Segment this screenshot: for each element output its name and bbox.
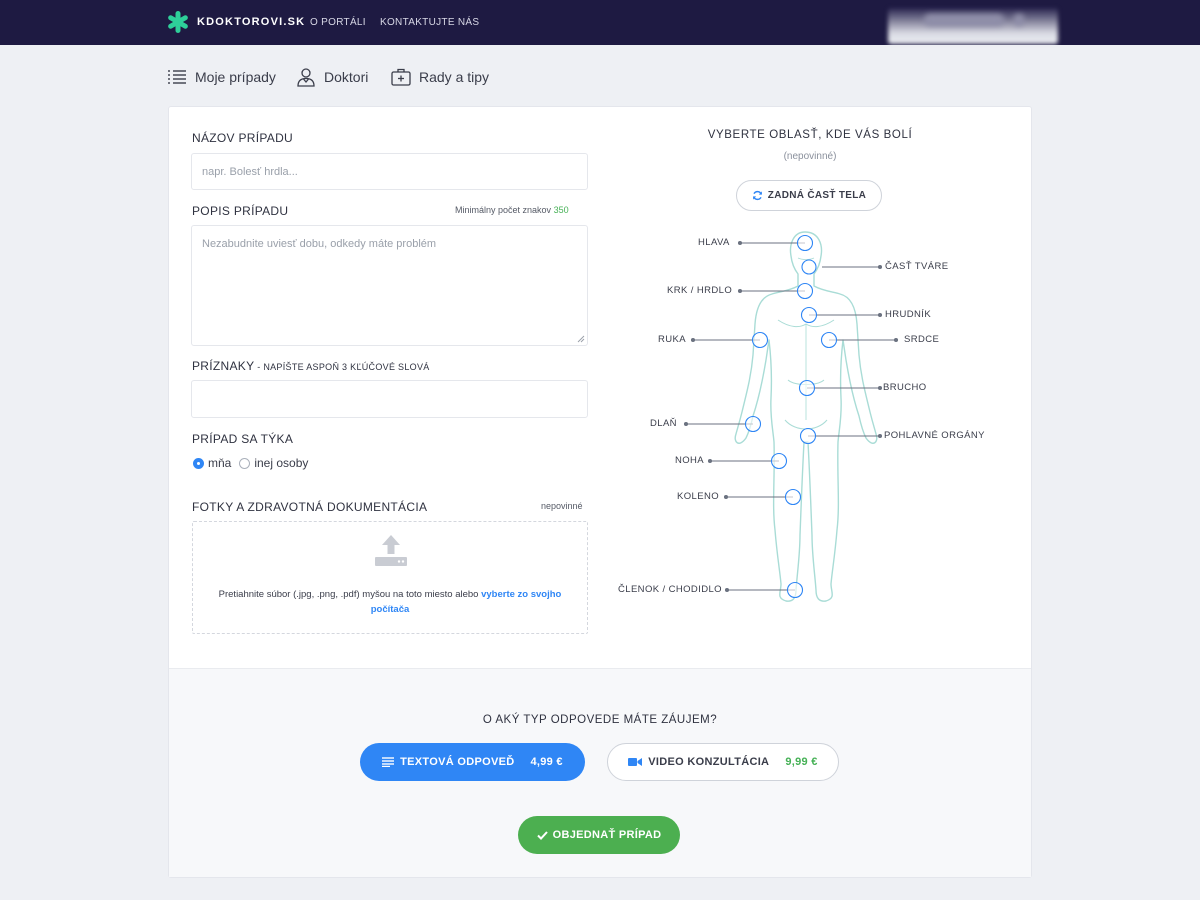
bodyspot-chest[interactable] bbox=[800, 306, 818, 324]
bodyspot-arm[interactable] bbox=[751, 331, 769, 349]
case-concerns-label: PRÍPAD SA TÝKA bbox=[192, 432, 294, 446]
min-chars-text: Minimálny počet znakov bbox=[455, 205, 552, 215]
case-description-placeholder: Nezabudnite uviesť dobu, odkedy máte pro… bbox=[202, 238, 437, 250]
bodymap-subtitle: (nepovinné) bbox=[783, 151, 837, 162]
nav-link-contact[interactable]: KONTAKTUJTE NÁS bbox=[380, 17, 479, 28]
subnav-label: Doktori bbox=[324, 69, 369, 85]
case-description-label: POPIS PRÍPADU bbox=[192, 204, 289, 218]
case-description-textarea[interactable]: Nezabudnite uviesť dobu, odkedy máte pro… bbox=[191, 225, 588, 346]
subnav-label: Rady a tipy bbox=[419, 69, 490, 85]
checkmark-icon bbox=[536, 830, 548, 840]
refresh-icon bbox=[752, 190, 762, 201]
subnav-tips[interactable]: Rady a tipy bbox=[391, 67, 489, 87]
brand-name[interactable]: KDOKTOROVI.SK bbox=[197, 16, 305, 28]
symptoms-label: PRÍZNAKY - NAPÍŠTE ASPOŇ 3 KĽÚČOVÉ SLOVÁ bbox=[192, 359, 430, 373]
bodymap-label-ankle[interactable]: ČLENOK / CHODIDLO bbox=[618, 584, 722, 595]
video-consultation-button[interactable]: VIDEO KONZULTÁCIA 9,99 € bbox=[607, 743, 839, 781]
photos-label: FOTKY A ZDRAVOTNÁ DOKUMENTÁCIA bbox=[192, 500, 428, 514]
min-chars-hint: Minimálny počet znakov 350 bbox=[455, 205, 569, 215]
subnav-my-cases[interactable]: Moje prípady bbox=[167, 67, 276, 87]
bodymap-title: VYBERTE OBLASŤ, KDE VÁS BOLÍ bbox=[707, 129, 913, 141]
medical-kit-icon bbox=[391, 68, 411, 86]
nav-link-about[interactable]: O PORTÁLI bbox=[310, 17, 366, 28]
order-case-button[interactable]: OBJEDNAŤ PRÍPAD bbox=[518, 816, 680, 854]
radio-me-label[interactable]: mňa bbox=[208, 456, 231, 470]
response-type-question: O AKÝ TYP ODPOVEDE MÁTE ZÁUJEM? bbox=[482, 714, 718, 726]
body-map bbox=[683, 231, 899, 602]
photos-optional-label: nepovinné bbox=[541, 501, 583, 511]
subnav-label: Moje prípady bbox=[195, 69, 276, 85]
bodyspot-heart[interactable] bbox=[820, 331, 838, 349]
radio-other-label[interactable]: inej osoby bbox=[254, 456, 308, 470]
text-response-price: 4,99 € bbox=[530, 756, 563, 768]
bodyspot-neck[interactable] bbox=[796, 282, 814, 300]
bodymap-label-arm[interactable]: RUKA bbox=[658, 334, 686, 345]
logo-icon[interactable] bbox=[166, 10, 190, 34]
dropzone-instructions: Pretiahnite súbor (.jpg, .png, .pdf) myš… bbox=[218, 589, 482, 600]
bodyspot-face[interactable] bbox=[801, 259, 817, 275]
case-concerns-radio-group: mňa inej osoby bbox=[193, 456, 308, 470]
video-consultation-price: 9,99 € bbox=[785, 756, 818, 768]
radio-other-person[interactable] bbox=[239, 457, 251, 469]
bodymap-label-genitals[interactable]: POHLAVNÉ ORGÁNY bbox=[884, 430, 985, 441]
list-icon bbox=[168, 70, 186, 84]
bodymap-label-knee[interactable]: KOLENO bbox=[677, 491, 719, 502]
bodymap-label-palm[interactable]: DLAŇ bbox=[650, 418, 677, 429]
bodymap-label-heart[interactable]: SRDCE bbox=[904, 334, 939, 345]
top-bar: KDOKTOROVI.SK O PORTÁLI KONTAKTUJTE NÁS bbox=[0, 0, 1200, 45]
bodyspot-head[interactable] bbox=[796, 234, 814, 252]
text-response-label: TEXTOVÁ ODPOVEĎ bbox=[400, 756, 515, 768]
bodyspot-genitals[interactable] bbox=[799, 427, 817, 445]
bodymap-label-belly[interactable]: BRUCHO bbox=[883, 382, 927, 393]
radio-me[interactable] bbox=[193, 457, 204, 469]
min-chars-count: 350 bbox=[553, 205, 569, 215]
bodyspot-palm[interactable] bbox=[744, 415, 762, 433]
bodymap-label-head[interactable]: HLAVA bbox=[698, 237, 730, 248]
order-case-label: OBJEDNAŤ PRÍPAD bbox=[552, 829, 662, 841]
text-response-button[interactable]: TEXTOVÁ ODPOVEĎ 4,99 € bbox=[360, 743, 585, 781]
resize-handle-icon[interactable] bbox=[577, 335, 585, 343]
subnav-doctors[interactable]: Doktori bbox=[296, 67, 368, 87]
video-camera-icon bbox=[628, 758, 643, 766]
bodyspot-ankle[interactable] bbox=[786, 581, 804, 599]
bodyspot-belly[interactable] bbox=[798, 379, 816, 397]
bodymap-label-neck[interactable]: KRK / HRDLO bbox=[667, 285, 732, 296]
symptoms-sublabel: - NAPÍŠTE ASPOŇ 3 KĽÚČOVÉ SLOVÁ bbox=[254, 362, 430, 372]
case-title-label: NÁZOV PRÍPADU bbox=[192, 131, 294, 145]
dropzone-text: Pretiahnite súbor (.jpg, .png, .pdf) myš… bbox=[193, 587, 587, 617]
doctor-icon bbox=[297, 68, 315, 87]
case-title-input[interactable]: napr. Bolesť hrdla... bbox=[191, 153, 588, 190]
case-title-placeholder: napr. Bolesť hrdla... bbox=[202, 165, 298, 178]
bodymap-label-face[interactable]: ČASŤ TVÁRE bbox=[885, 261, 948, 272]
user-name-blurred bbox=[924, 14, 1004, 26]
symptoms-input[interactable] bbox=[191, 380, 588, 418]
back-side-label: ZADNÁ ČASŤ TELA bbox=[767, 190, 867, 201]
bodyspot-knee[interactable] bbox=[784, 488, 802, 506]
text-lines-icon bbox=[382, 757, 395, 767]
video-consultation-label: VIDEO KONZULTÁCIA bbox=[648, 756, 770, 768]
chevron-down-icon bbox=[1014, 14, 1024, 26]
bodymap-label-leg[interactable]: NOHA bbox=[675, 455, 704, 466]
bodyspot-leg[interactable] bbox=[770, 452, 788, 470]
upload-icon bbox=[375, 535, 407, 566]
file-dropzone[interactable]: Pretiahnite súbor (.jpg, .png, .pdf) myš… bbox=[192, 521, 588, 634]
symptoms-label-text: PRÍZNAKY bbox=[192, 359, 255, 373]
back-side-button[interactable]: ZADNÁ ČASŤ TELA bbox=[736, 180, 882, 211]
bodymap-label-chest[interactable]: HRUDNÍK bbox=[885, 309, 931, 320]
